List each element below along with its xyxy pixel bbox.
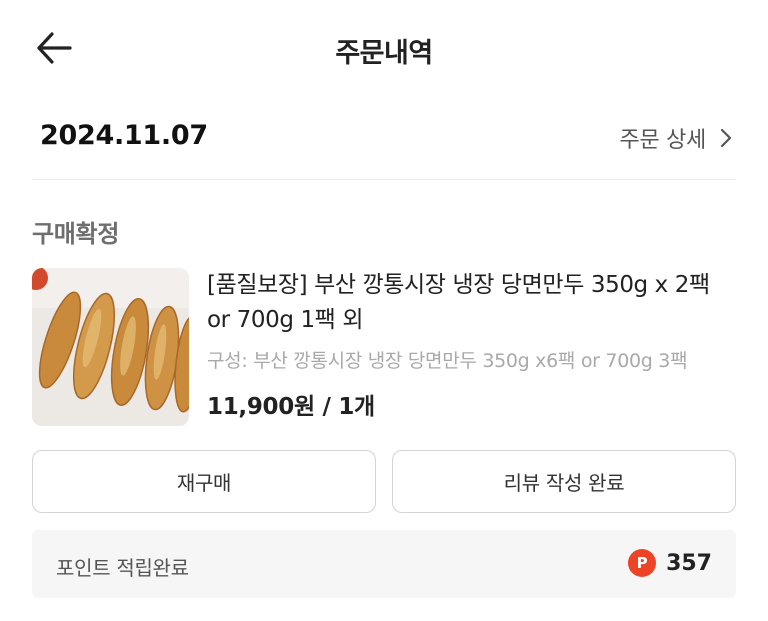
review-complete-button[interactable]: 리뷰 작성 완료 [392,450,736,513]
product-price: 11,900원 / 1개 [207,394,375,420]
order-detail-label: 주문 상세 [619,128,707,153]
points-value: 357 [666,550,712,576]
points-summary: 포인트 적립완료 P 357 [32,530,736,598]
product-name: [품질보장] 부산 깡통시장 냉장 당면만두 350g x 2팩 or 700g… [207,272,710,333]
page-title: 주문내역 [335,38,433,69]
product-item[interactable]: [품질보장] 부산 깡통시장 냉장 당면만두 350g x 2팩 or 700g… [32,268,736,428]
chevron-right-icon [720,128,732,148]
header: 주문내역 [0,0,768,100]
points-value-group: P 357 [628,549,712,577]
order-status: 구매확정 [32,220,120,248]
point-badge-icon: P [628,549,657,577]
reorder-button[interactable]: 재구매 [32,450,376,513]
product-thumbnail [32,268,189,426]
order-date: 2024.11.07 [40,120,208,151]
points-label: 포인트 적립완료 [56,556,189,580]
order-date-row: 2024.11.07 주문 상세 [32,110,736,180]
product-info: [품질보장] 부산 깡통시장 냉장 당면만두 350g x 2팩 or 700g… [207,268,736,421]
product-option: 구성: 부산 깡통시장 냉장 당면만두 350g x6팩 or 700g 3팩 [207,350,688,372]
order-detail-link[interactable]: 주문 상세 [620,122,732,154]
